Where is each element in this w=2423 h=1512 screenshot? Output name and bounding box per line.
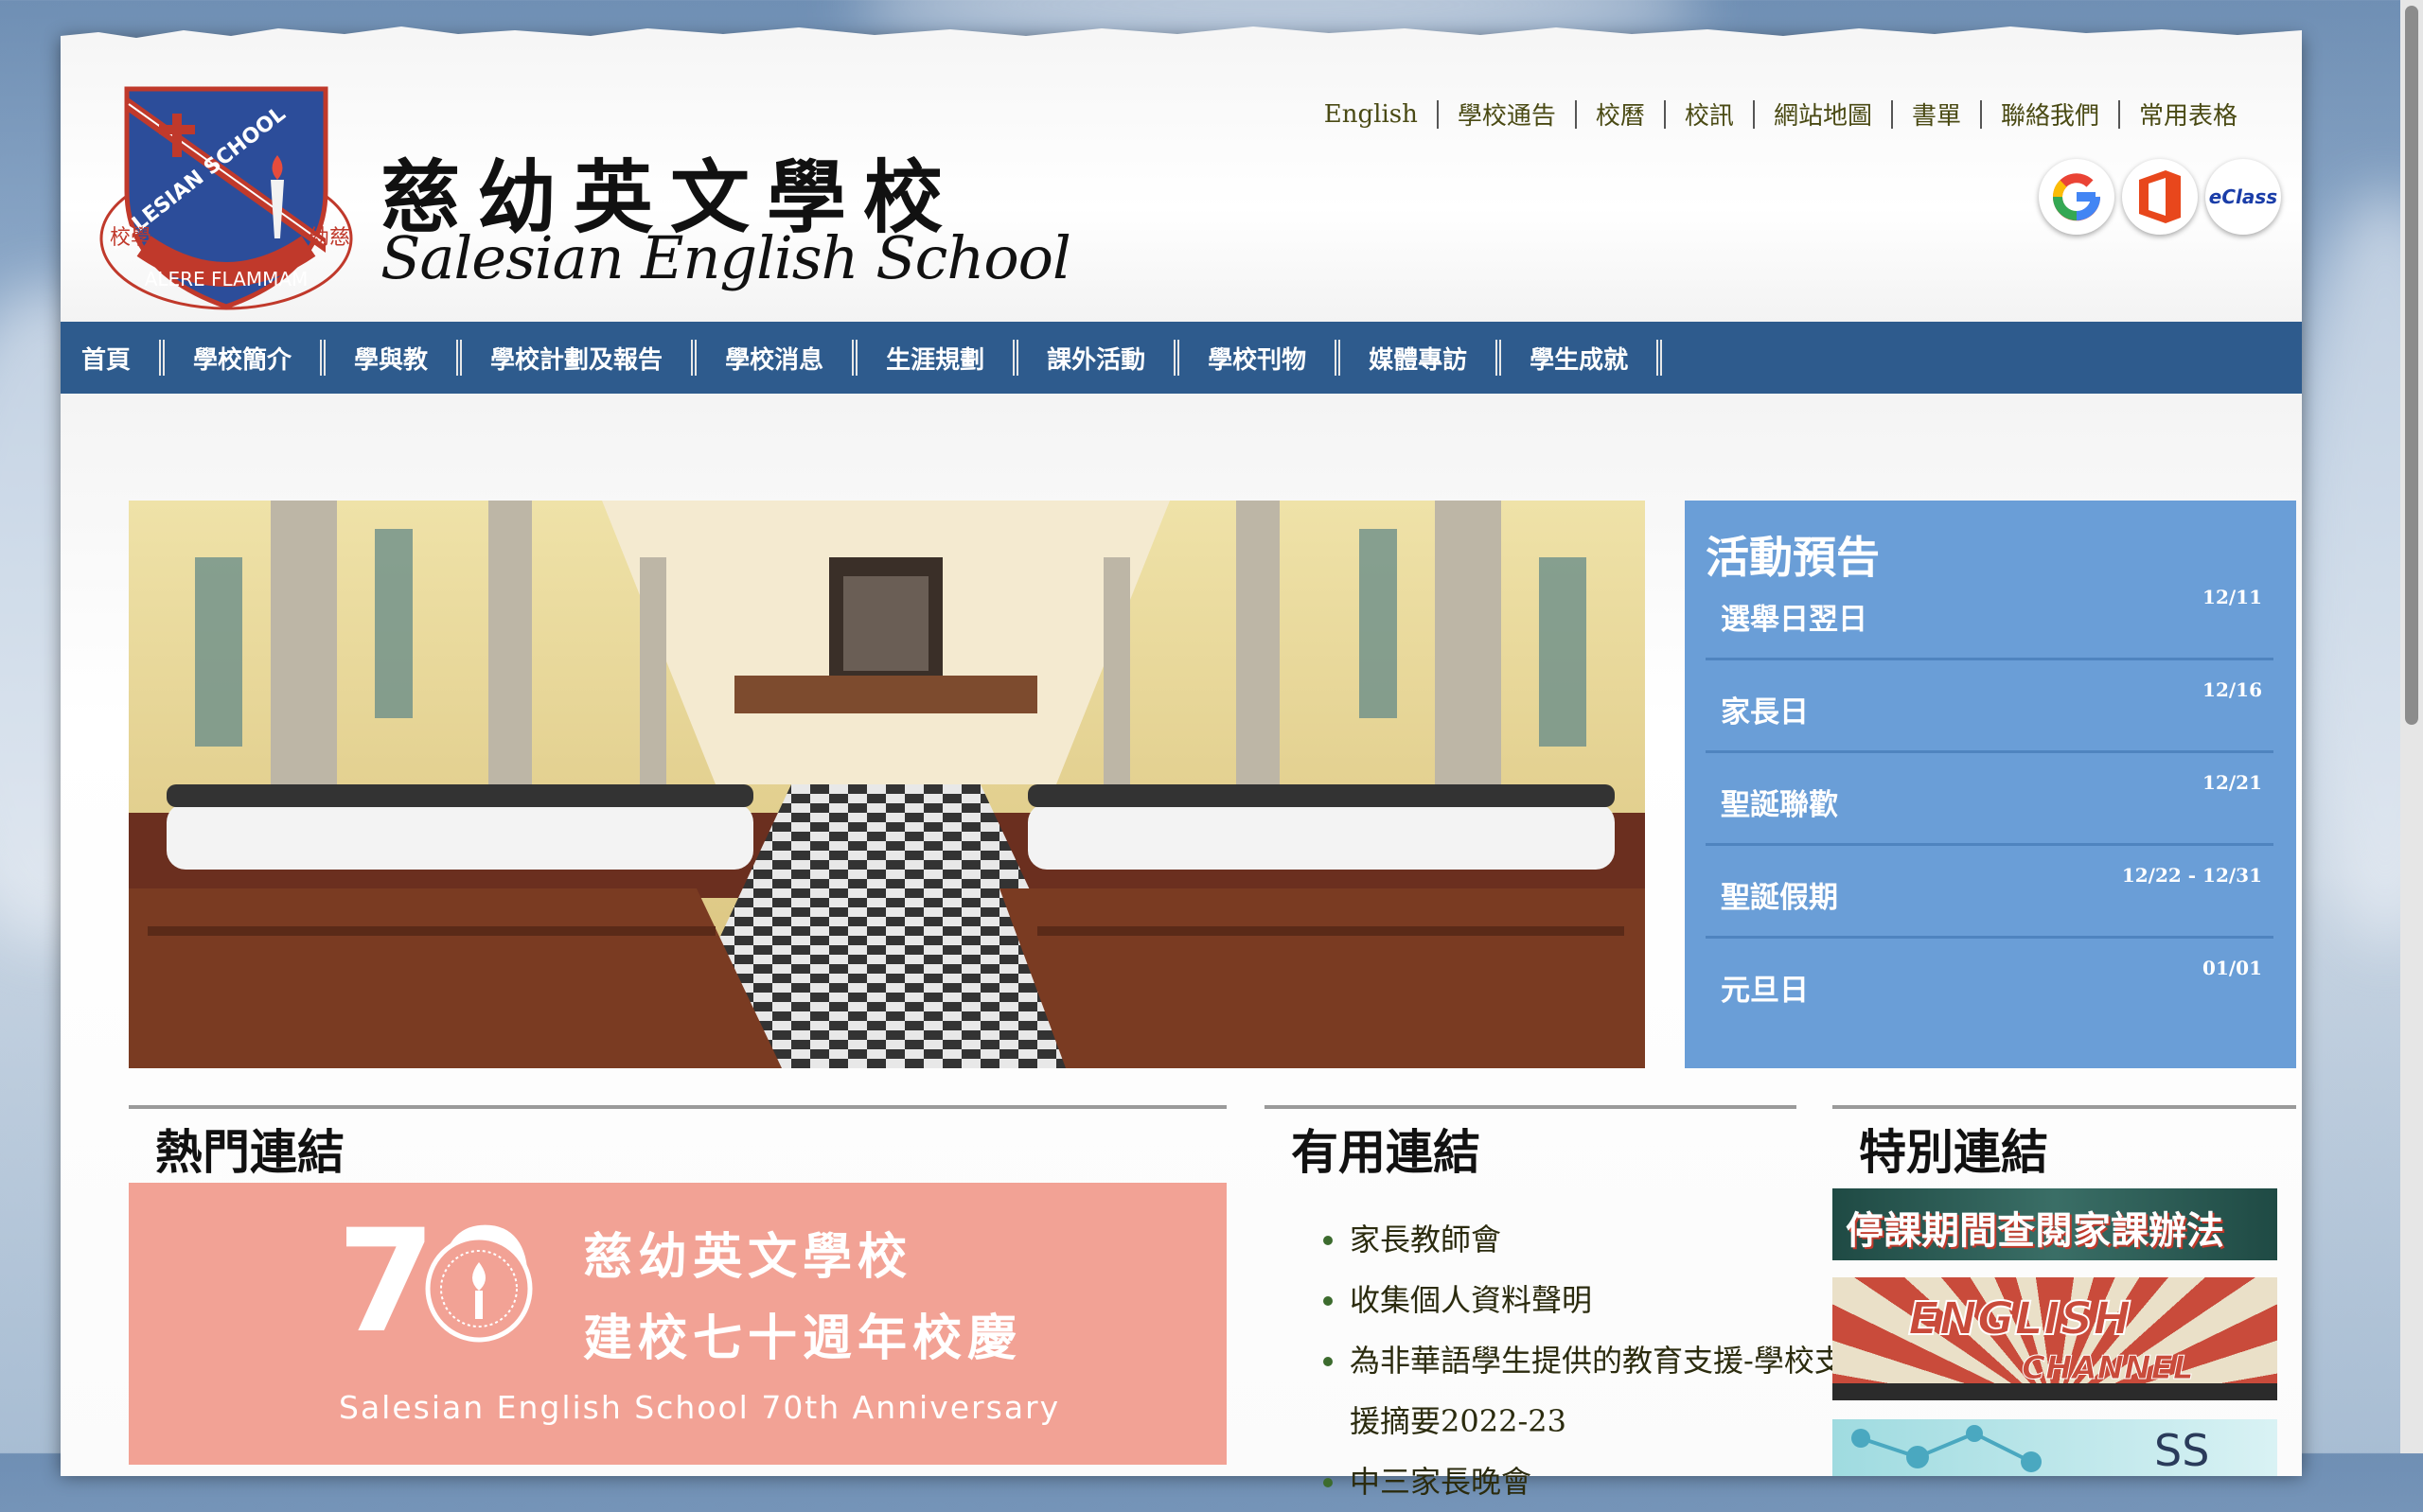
toplink-english[interactable]: English [1305, 100, 1437, 129]
molecule-icon [1851, 1425, 2042, 1472]
nav-separator [320, 340, 327, 376]
nav-learning-teaching[interactable]: 學與教 [333, 341, 449, 376]
event-item[interactable]: 聖誕聯歡 12/21 [1706, 750, 2273, 846]
ss-banner-text: SS [2154, 1425, 2210, 1476]
school-crest-logo[interactable]: ALERE FLAMMAM SALESIAN SCHOOL 校學 幼慈 [89, 59, 363, 333]
app-icon-bar: eClass [2039, 159, 2281, 235]
school-name-english[interactable]: Salesian English School [380, 223, 1071, 292]
nav-school-news[interactable]: 學校消息 [704, 341, 844, 376]
useful-link-privacy-statement[interactable]: 收集個人資料聲明 [1319, 1270, 1849, 1330]
event-name: 聖誕假期 [1721, 881, 1838, 915]
nav-career-planning[interactable]: 生涯規劃 [865, 341, 1005, 376]
skyline-decoration [1832, 1383, 2277, 1400]
useful-link-s3-parents-evening[interactable]: 中三家長晚會 [1319, 1451, 1849, 1512]
event-item[interactable]: 聖誕假期 12/22 - 12/31 [1706, 843, 2273, 939]
anniversary-line2: 建校七十週年校慶 [583, 1310, 1023, 1367]
toplink-sitemap[interactable]: 網站地圖 [1755, 97, 1891, 132]
events-panel: 活動預告 選舉日翌日 12/11 家長日 12/16 聖誕聯歡 12/21 聖誕… [1685, 501, 2296, 1068]
event-date: 01/01 [2202, 957, 2262, 979]
nav-separator [852, 340, 858, 376]
event-date: 12/22 - 12/31 [2121, 864, 2262, 887]
event-item[interactable]: 元旦日 01/01 [1706, 936, 2273, 1029]
crest-motto: ALERE FLAMMAM [145, 268, 309, 290]
nav-student-achievements[interactable]: 學生成就 [1509, 341, 1649, 376]
useful-link-ncs-support[interactable]: 為非華語學生提供的教育支援-學校支援摘要2022-23 [1319, 1330, 1849, 1451]
nav-separator [456, 340, 463, 376]
toplink-calendar[interactable]: 校曆 [1577, 97, 1664, 132]
event-item[interactable]: 家長日 12/16 [1706, 658, 2273, 753]
useful-links-title: 有用連結 [1291, 1125, 1480, 1180]
useful-link-pta[interactable]: 家長教師會 [1319, 1209, 1849, 1270]
special-links-title: 特別連結 [1859, 1125, 2048, 1180]
site-header: ALERE FLAMMAM SALESIAN SCHOOL 校學 幼慈 慈幼英文… [61, 38, 2302, 322]
hero-slideshow-image[interactable] [129, 501, 1645, 1068]
scrollbar-track[interactable] [2400, 0, 2423, 1453]
special-banner-ss[interactable]: SS [1832, 1419, 2277, 1476]
anniversary-banner[interactable]: 70 慈幼英文學校 建校七十週年校慶 Salesian English Scho… [129, 1183, 1227, 1465]
nav-separator [159, 340, 166, 376]
nav-separator [1495, 340, 1502, 376]
page-container: ALERE FLAMMAM SALESIAN SCHOOL 校學 幼慈 慈幼英文… [61, 26, 2302, 1500]
eclass-icon[interactable]: eClass [2205, 159, 2281, 235]
toplink-forms[interactable]: 常用表格 [2120, 97, 2256, 132]
main-content: 活動預告 選舉日翌日 12/11 家長日 12/16 聖誕聯歡 12/21 聖誕… [61, 394, 2302, 1500]
crest-zh-left: 校學 [110, 226, 151, 250]
special-banner-homework[interactable]: 停課期間查閱家課辦法 [1832, 1188, 2277, 1260]
event-name: 聖誕聯歡 [1721, 788, 1838, 822]
office-icon[interactable] [2122, 159, 2198, 235]
anniversary-line3: Salesian English School 70th Anniversary [339, 1389, 1061, 1426]
nav-home[interactable]: 首頁 [61, 341, 151, 376]
event-date: 12/21 [2202, 771, 2262, 794]
toplink-school-notices[interactable]: 學校通告 [1439, 97, 1575, 132]
special-banner-english-channel[interactable]: ENGLISH CHANNEL [1832, 1277, 2277, 1400]
english-banner-text: ENGLISH [1907, 1292, 2132, 1346]
toplink-booklist[interactable]: 書單 [1893, 97, 1980, 132]
event-item[interactable]: 選舉日翌日 12/11 [1706, 565, 2273, 660]
nav-separator [1174, 340, 1180, 376]
anniversary-line1: 慈幼英文學校 [583, 1229, 913, 1286]
section-divider [129, 1105, 1227, 1109]
scrollbar-thumb[interactable] [2405, 6, 2418, 725]
event-name: 選舉日翌日 [1721, 603, 1867, 637]
event-date: 12/16 [2202, 678, 2262, 701]
section-divider [1832, 1105, 2296, 1109]
nav-school-intro[interactable]: 學校簡介 [172, 341, 312, 376]
google-icon[interactable] [2039, 159, 2114, 235]
nav-extracurricular[interactable]: 課外活動 [1026, 341, 1166, 376]
nav-separator [1656, 340, 1663, 376]
section-divider [1265, 1105, 1796, 1109]
nav-plans-reports[interactable]: 學校計劃及報告 [469, 341, 683, 376]
nav-separator [1013, 340, 1019, 376]
nav-separator [1335, 340, 1341, 376]
event-name: 家長日 [1721, 695, 1809, 730]
nav-publications[interactable]: 學校刊物 [1187, 341, 1327, 376]
toplink-newsletter[interactable]: 校訊 [1666, 97, 1753, 132]
homework-banner-text: 停課期間查閱家課辦法 [1846, 1209, 2224, 1253]
toplink-contact-us[interactable]: 聯絡我們 [1982, 97, 2118, 132]
nav-separator [691, 340, 698, 376]
hot-links-title: 熱門連結 [155, 1125, 345, 1180]
top-links: English 學校通告 校曆 校訊 網站地圖 書單 聯絡我們 常用表格 [1305, 97, 2256, 132]
event-date: 12/11 [2202, 586, 2262, 608]
anniversary-emblem-icon [425, 1235, 533, 1343]
channel-banner-text: CHANNEL [2022, 1349, 2195, 1388]
nav-media-interviews[interactable]: 媒體專訪 [1348, 341, 1488, 376]
crest-zh-right: 幼慈 [309, 226, 350, 250]
useful-links-list: 家長教師會 收集個人資料聲明 為非華語學生提供的教育支援-學校支援摘要2022-… [1319, 1209, 1849, 1512]
eclass-label: eClass [2208, 185, 2278, 208]
event-name: 元旦日 [1721, 974, 1809, 1008]
main-navigation: 首頁 學校簡介 學與教 學校計劃及報告 學校消息 生涯規劃 課外活動 學校刊物 … [61, 322, 2302, 394]
